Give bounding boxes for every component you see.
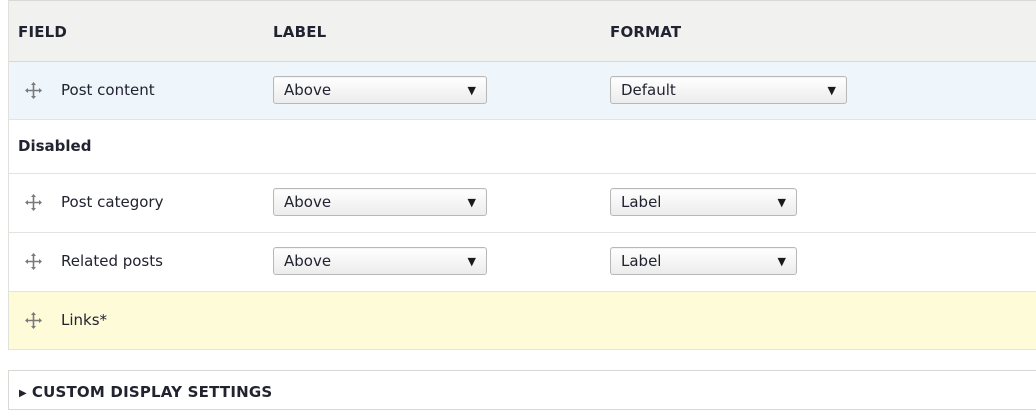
format-select[interactable]: Default ▼ <box>610 76 847 104</box>
region-title-row: Disabled <box>9 120 1036 174</box>
format-select[interactable]: Label ▼ <box>610 188 797 216</box>
drag-handle-icon[interactable] <box>25 82 42 99</box>
format-select-value: Label <box>621 252 662 270</box>
triangle-right-icon: ▶ <box>19 388 27 399</box>
table-row: Related posts Above ▼ Label ▼ <box>9 233 1036 292</box>
label-select-value: Above <box>284 193 332 211</box>
custom-display-settings-label: CUSTOM DISPLAY SETTINGS <box>31 383 273 401</box>
table-row-changed: Links* <box>9 292 1036 350</box>
field-name: Post category <box>61 193 164 211</box>
field-name: Related posts <box>61 252 163 270</box>
chevron-down-icon: ▼ <box>467 84 476 97</box>
label-select[interactable]: Above ▼ <box>273 76 487 104</box>
column-header-label: LABEL <box>273 23 327 41</box>
drag-handle-icon[interactable] <box>25 253 42 270</box>
custom-display-settings[interactable]: ▶ CUSTOM DISPLAY SETTINGS <box>8 370 1036 410</box>
chevron-down-icon: ▼ <box>467 196 476 209</box>
label-select[interactable]: Above ▼ <box>273 188 487 216</box>
format-select[interactable]: Label ▼ <box>610 247 797 275</box>
label-select[interactable]: Above ▼ <box>273 247 487 275</box>
chevron-down-icon: ▼ <box>777 255 786 268</box>
table-row: Post content Above ▼ Default ▼ <box>9 62 1036 120</box>
drag-handle-icon[interactable] <box>25 312 42 329</box>
table-header: FIELD LABEL FORMAT <box>9 0 1036 62</box>
table-row: Post category Above ▼ Label ▼ <box>9 174 1036 233</box>
chevron-down-icon: ▼ <box>467 255 476 268</box>
chevron-down-icon: ▼ <box>827 84 836 97</box>
label-select-value: Above <box>284 252 332 270</box>
field-name: Post content <box>61 81 155 99</box>
drag-handle-icon[interactable] <box>25 194 42 211</box>
field-display-table: FIELD LABEL FORMAT Post content Above ▼ … <box>8 0 1036 350</box>
field-name: Links* <box>61 311 108 329</box>
format-select-value: Default <box>621 81 676 99</box>
region-title: Disabled <box>18 137 92 155</box>
column-header-field: FIELD <box>18 23 68 41</box>
label-select-value: Above <box>284 81 332 99</box>
custom-display-settings-toggle[interactable]: ▶ CUSTOM DISPLAY SETTINGS <box>19 383 272 401</box>
format-select-value: Label <box>621 193 662 211</box>
column-header-format: FORMAT <box>610 23 682 41</box>
chevron-down-icon: ▼ <box>777 196 786 209</box>
